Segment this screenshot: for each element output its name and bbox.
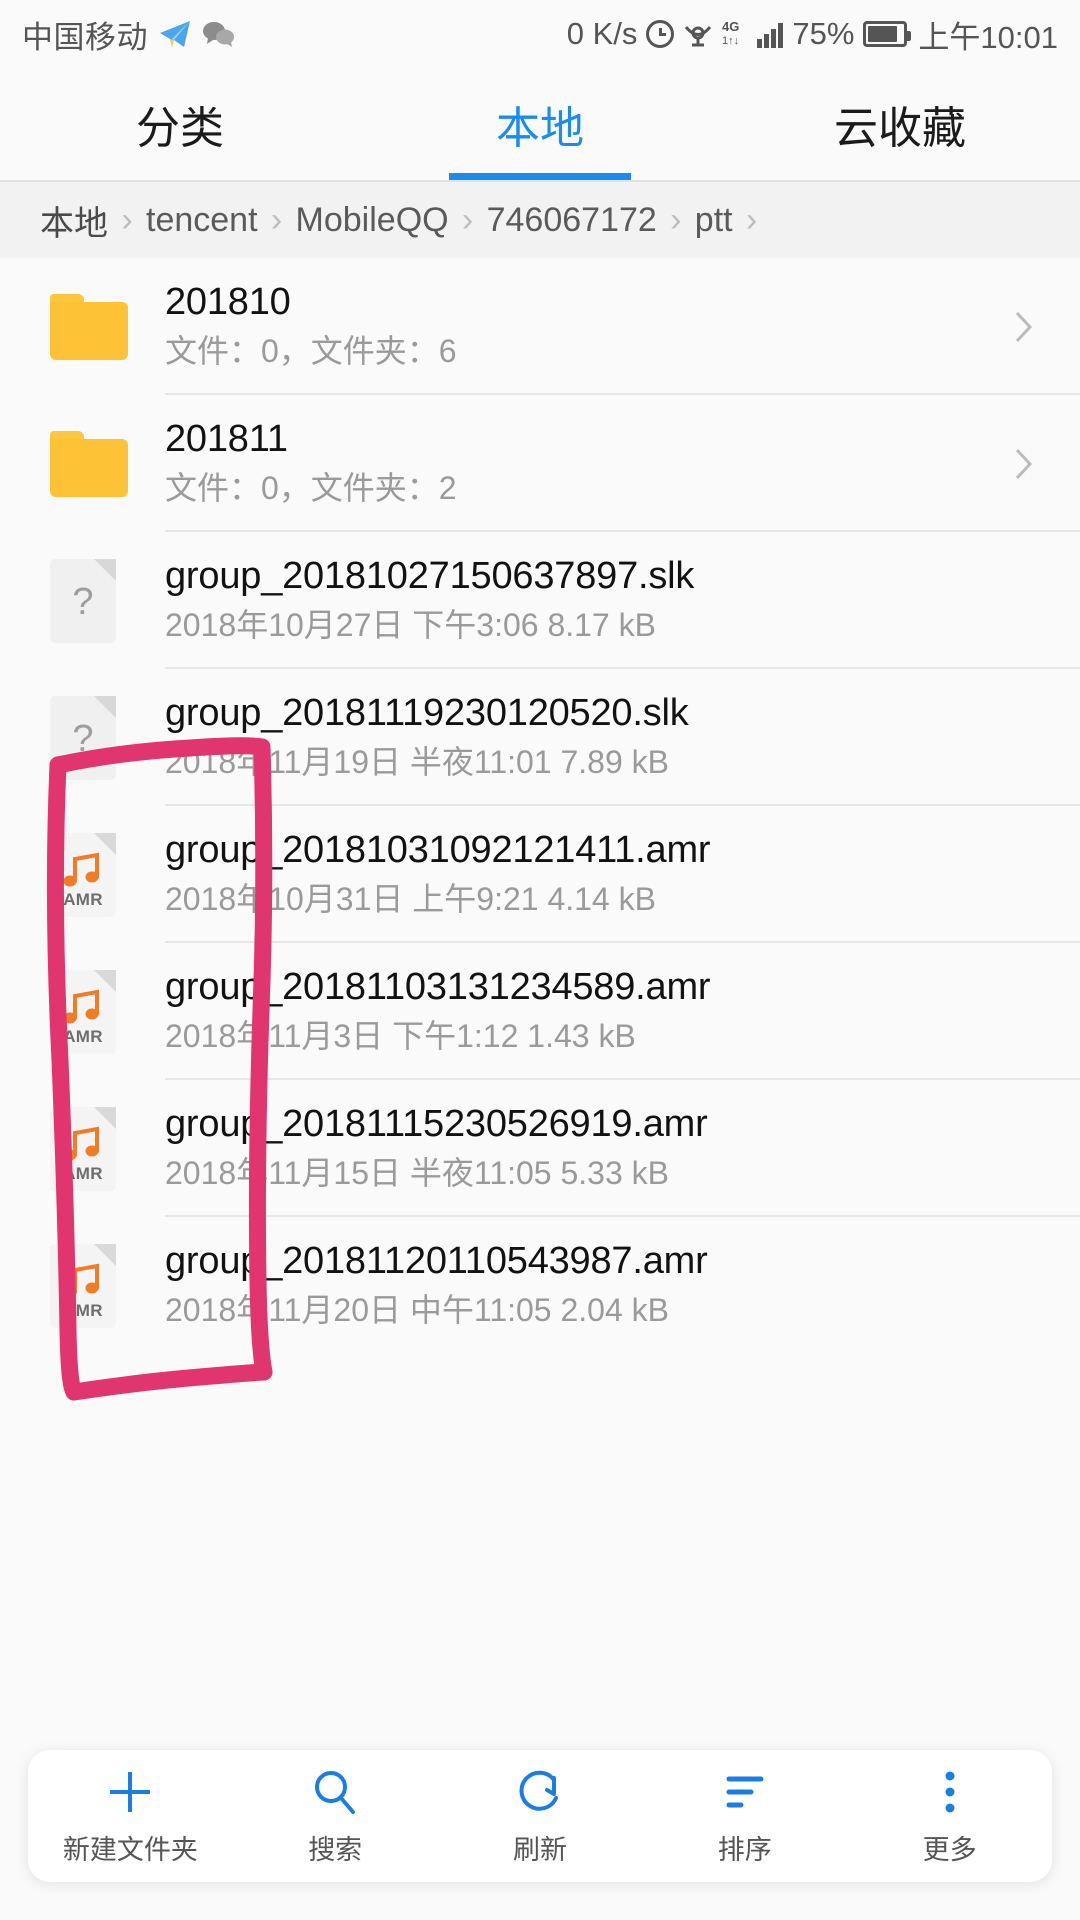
tab-local[interactable]: 本地 [360,68,720,180]
file-name: group_20181103131234589.amr [165,965,711,1008]
file-name: 201810 [165,280,291,323]
row-texts: group_20181031092121411.amr 2018年10月31日 … [165,828,1080,922]
table-row[interactable]: 201811 文件：0，文件夹：2 [0,395,1080,532]
row-texts: 201810 文件：0，文件夹：6 [165,280,1080,374]
row-texts: group_20181120110543987.amr 2018年11月20日 … [165,1239,1080,1333]
tab-cloud[interactable]: 云收藏 [720,68,1080,180]
file-name: group_20181031092121411.amr [165,828,711,871]
sort-icon [719,1766,771,1818]
table-row[interactable]: AMR group_20181103131234589.amr 2018年11月… [0,943,1080,1080]
carrier-label: 中国移动 [22,19,148,55]
breadcrumb-item-3[interactable]: 746067172 [487,201,657,240]
search-button[interactable]: 搜索 [233,1766,438,1867]
folder-icon [50,430,165,497]
chevron-right-icon [1014,447,1034,481]
network-type-icon: 4G 1↑↓ [722,18,748,51]
unknown-file-icon: ? [50,695,165,780]
tab-categories[interactable]: 分类 [0,68,360,180]
breadcrumb-item-1[interactable]: tencent [146,201,258,240]
amr-audio-icon: AMR [50,969,165,1054]
more-label: 更多 [922,1834,977,1865]
breadcrumb-item-2[interactable]: MobileQQ [296,201,449,240]
signal-bars-icon [757,20,784,48]
status-bar-left: 中国移动 [22,12,236,57]
refresh-button[interactable]: 刷新 [438,1766,643,1867]
new-folder-label: 新建文件夹 [62,1834,198,1865]
more-vertical-icon [924,1766,976,1818]
table-row[interactable]: ? group_20181119230120520.slk 2018年11月19… [0,669,1080,806]
eye-care-icon [683,20,713,48]
wechat-icon [202,20,236,48]
row-texts: group_20181119230120520.slk 2018年11月19日 … [165,691,1080,785]
row-texts: 201811 文件：0，文件夹：2 [165,417,1080,511]
status-bar: 中国移动 0 K/s 4G 1↑↓ 75% 上午10:01 [0,0,1080,68]
file-name: group_20181120110543987.amr [165,1239,708,1282]
breadcrumb: 本地 › tencent › MobileQQ › 746067172 › pt… [0,182,1080,258]
file-meta: 2018年10月31日 上午9:21 4.14 kB [165,881,656,918]
file-name: group_20181119230120520.slk [165,691,689,734]
tab-cloud-label: 云收藏 [834,104,966,153]
breadcrumb-separator-icon: › [670,200,682,239]
sort-button[interactable]: 排序 [642,1766,847,1867]
breadcrumb-separator-icon: › [270,200,283,239]
search-label: 搜索 [308,1834,363,1865]
table-row[interactable]: AMR group_20181031092121411.amr 2018年10月… [0,806,1080,943]
bottom-toolbar: 新建文件夹 搜索 刷新 排序 更多 [28,1750,1052,1882]
svg-text:4G: 4G [722,19,739,34]
chevron-right-icon [1014,310,1034,344]
row-texts: group_20181115230526919.amr 2018年11月15日 … [165,1102,1080,1196]
clock-label: 上午10:01 [918,19,1058,55]
breadcrumb-separator-icon: › [461,200,474,239]
svg-text:1↑↓: 1↑↓ [722,35,739,46]
refresh-label: 刷新 [512,1834,567,1865]
table-row[interactable]: AMR group_20181120110543987.amr 2018年11月… [0,1217,1080,1354]
file-meta: 文件：0，文件夹：6 [165,333,457,370]
network-speed-label: 0 K/s [566,16,638,51]
file-meta: 2018年11月3日 下午1:12 1.43 kB [165,1018,636,1055]
breadcrumb-item-0[interactable]: 本地 [40,196,108,245]
file-meta: 2018年10月27日 下午3:06 8.17 kB [165,607,656,644]
battery-percent-label: 75% [792,16,855,51]
folder-icon [50,293,165,360]
breadcrumb-item-4[interactable]: ptt [695,201,733,240]
battery-icon [863,21,912,47]
more-button[interactable]: 更多 [847,1766,1052,1867]
file-name: group_20181115230526919.amr [165,1102,708,1145]
amr-audio-icon: AMR [50,1106,165,1191]
status-bar-right: 0 K/s 4G 1↑↓ 75% 上午10:01 [567,12,1058,57]
file-meta: 2018年11月20日 中午11:05 2.04 kB [165,1292,670,1329]
file-meta: 2018年11月19日 半夜11:01 7.89 kB [165,744,670,781]
table-row[interactable]: ? group_20181027150637897.slk 2018年10月27… [0,532,1080,669]
refresh-icon [514,1766,566,1818]
tab-local-label: 本地 [496,104,584,153]
file-meta: 文件：0，文件夹：2 [165,470,457,507]
amr-audio-icon: AMR [50,1243,165,1328]
unknown-file-icon: ? [50,558,165,643]
alarm-icon [646,20,675,48]
breadcrumb-separator-icon: › [121,200,133,239]
amr-audio-icon: AMR [50,832,165,917]
telegram-icon [158,19,192,49]
file-meta: 2018年11月15日 半夜11:05 5.33 kB [165,1155,670,1192]
table-row[interactable]: 201810 文件：0，文件夹：6 [0,258,1080,395]
file-name: 201811 [165,417,288,460]
table-row[interactable]: AMR group_20181115230526919.amr 2018年11月… [0,1080,1080,1217]
plus-icon [104,1766,156,1818]
new-folder-button[interactable]: 新建文件夹 [28,1766,233,1867]
file-name: group_20181027150637897.slk [165,554,695,597]
row-texts: group_20181027150637897.slk 2018年10月27日 … [165,554,1080,648]
breadcrumb-separator-icon: › [745,200,758,239]
sort-label: 排序 [717,1834,772,1865]
search-icon [309,1766,361,1818]
tab-bar: 分类 本地 云收藏 [0,68,1080,180]
tab-categories-label: 分类 [136,104,224,153]
file-manager-screen: 中国移动 0 K/s 4G 1↑↓ 75% 上午10:01 分类 本地 云收藏 … [0,0,1080,1920]
file-list: 201810 文件：0，文件夹：6 201811 文件：0，文件夹：2 ? gr… [0,258,1080,1354]
row-texts: group_20181103131234589.amr 2018年11月3日 下… [165,965,1080,1059]
